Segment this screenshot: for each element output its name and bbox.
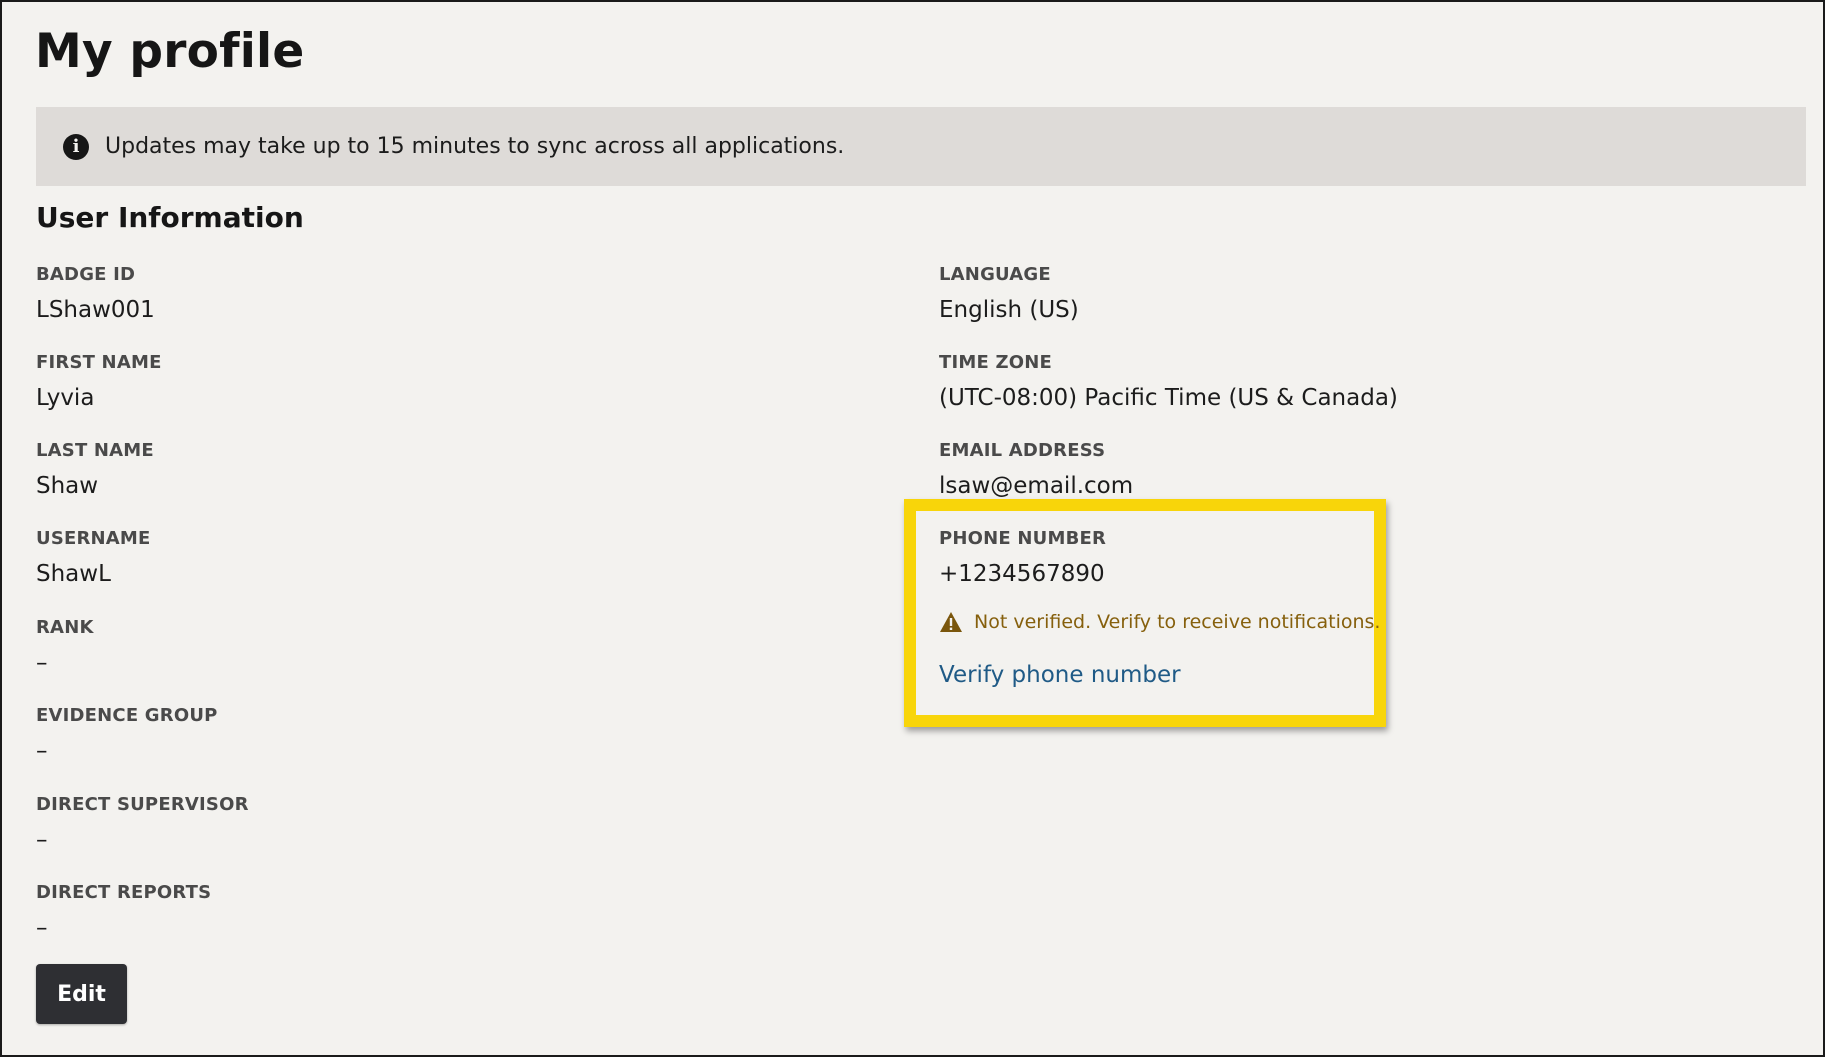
field-last-name: LAST NAME Shaw <box>36 440 154 500</box>
field-label: LAST NAME <box>36 440 154 461</box>
field-label: USERNAME <box>36 528 151 549</box>
section-title: User Information <box>36 201 304 234</box>
field-direct-reports: DIRECT REPORTS – <box>36 882 211 942</box>
field-rank: RANK – <box>36 617 94 677</box>
field-value: Shaw <box>36 473 99 499</box>
warning-text: Not verified. Verify to receive notifica… <box>974 611 1381 633</box>
field-username: USERNAME ShawL <box>36 528 151 588</box>
verify-phone-link[interactable]: Verify phone number <box>939 662 1181 688</box>
field-direct-supervisor: DIRECT SUPERVISOR – <box>36 794 249 854</box>
warning-icon <box>939 611 963 633</box>
field-label: TIME ZONE <box>939 352 1052 373</box>
field-label: EMAIL ADDRESS <box>939 440 1106 461</box>
phone-verification-warning: Not verified. Verify to receive notifica… <box>939 611 1380 633</box>
field-label: RANK <box>36 617 94 638</box>
field-value: – <box>36 915 48 941</box>
field-time-zone: TIME ZONE (UTC-08:00) Pacific Time (US &… <box>939 352 1398 412</box>
field-label: EVIDENCE GROUP <box>36 705 218 726</box>
profile-page: My profile i Updates may take up to 15 m… <box>0 0 1825 1057</box>
field-phone-number: PHONE NUMBER +1234567890 <box>939 528 1106 588</box>
field-label: DIRECT SUPERVISOR <box>36 794 249 815</box>
field-label: DIRECT REPORTS <box>36 882 212 903</box>
info-icon: i <box>63 133 89 160</box>
field-language: LANGUAGE English (US) <box>939 264 1079 324</box>
field-value: English (US) <box>939 297 1079 323</box>
field-email-address: EMAIL ADDRESS lsaw@email.com <box>939 440 1133 500</box>
field-value: – <box>36 827 48 853</box>
field-value: LShaw001 <box>36 297 155 323</box>
field-evidence-group: EVIDENCE GROUP – <box>36 705 218 765</box>
field-value: (UTC-08:00) Pacific Time (US & Canada) <box>939 385 1398 411</box>
field-value: lsaw@email.com <box>939 473 1134 499</box>
field-label: LANGUAGE <box>939 264 1051 285</box>
field-value: – <box>36 650 48 676</box>
field-label: FIRST NAME <box>36 352 162 373</box>
info-banner: i Updates may take up to 15 minutes to s… <box>36 107 1806 186</box>
field-label: PHONE NUMBER <box>939 528 1107 549</box>
field-value: ShawL <box>36 561 111 587</box>
page-title: My profile <box>35 24 305 79</box>
field-badge-id: BADGE ID LShaw001 <box>36 264 155 324</box>
field-value: +1234567890 <box>939 561 1105 587</box>
field-value: – <box>36 738 48 764</box>
info-banner-text: Updates may take up to 15 minutes to syn… <box>105 134 845 159</box>
field-value: Lyvia <box>36 385 95 411</box>
field-label: BADGE ID <box>36 264 136 285</box>
field-first-name: FIRST NAME Lyvia <box>36 352 162 412</box>
edit-button[interactable]: Edit <box>36 964 127 1024</box>
